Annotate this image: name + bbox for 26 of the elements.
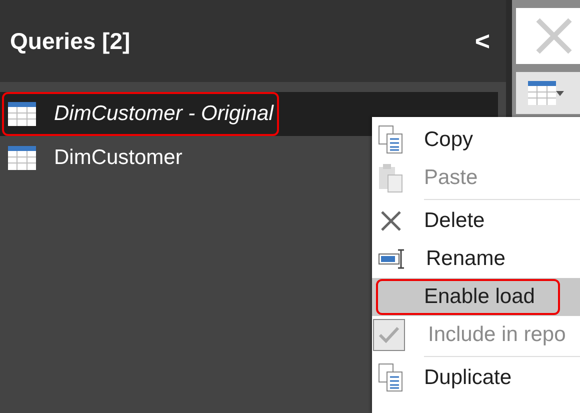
copy-icon: [378, 125, 404, 155]
caret-icon: [556, 90, 564, 96]
menu-label: Include in repo: [428, 323, 566, 347]
query-name: DimCustomer: [54, 146, 182, 170]
copy-icon: [378, 363, 404, 393]
menu-label: Duplicate: [424, 366, 512, 390]
table-icon: [8, 146, 36, 170]
close-icon: [378, 210, 404, 232]
menu-item[interactable]: Rename: [372, 240, 580, 278]
check-icon: [378, 326, 400, 344]
collapse-button[interactable]: <: [470, 26, 494, 56]
table-icon: [528, 81, 556, 105]
close-icon: [534, 16, 574, 56]
rename-icon: [378, 248, 406, 270]
menu-label: Rename: [426, 247, 506, 271]
menu-item[interactable]: Delete: [372, 202, 580, 240]
table-icon: [8, 102, 36, 126]
menu-item[interactable]: Enable load: [372, 278, 580, 316]
clipboard-icon: [378, 163, 404, 193]
menu-label: Delete: [424, 209, 485, 233]
menu-label: Paste: [424, 166, 478, 190]
table-button[interactable]: [516, 72, 580, 114]
query-name: DimCustomer - Original: [54, 102, 274, 126]
menu-item[interactable]: Duplicate: [372, 359, 580, 397]
menu-label: Enable load: [424, 285, 535, 309]
panel-title: Queries [2]: [10, 28, 130, 54]
